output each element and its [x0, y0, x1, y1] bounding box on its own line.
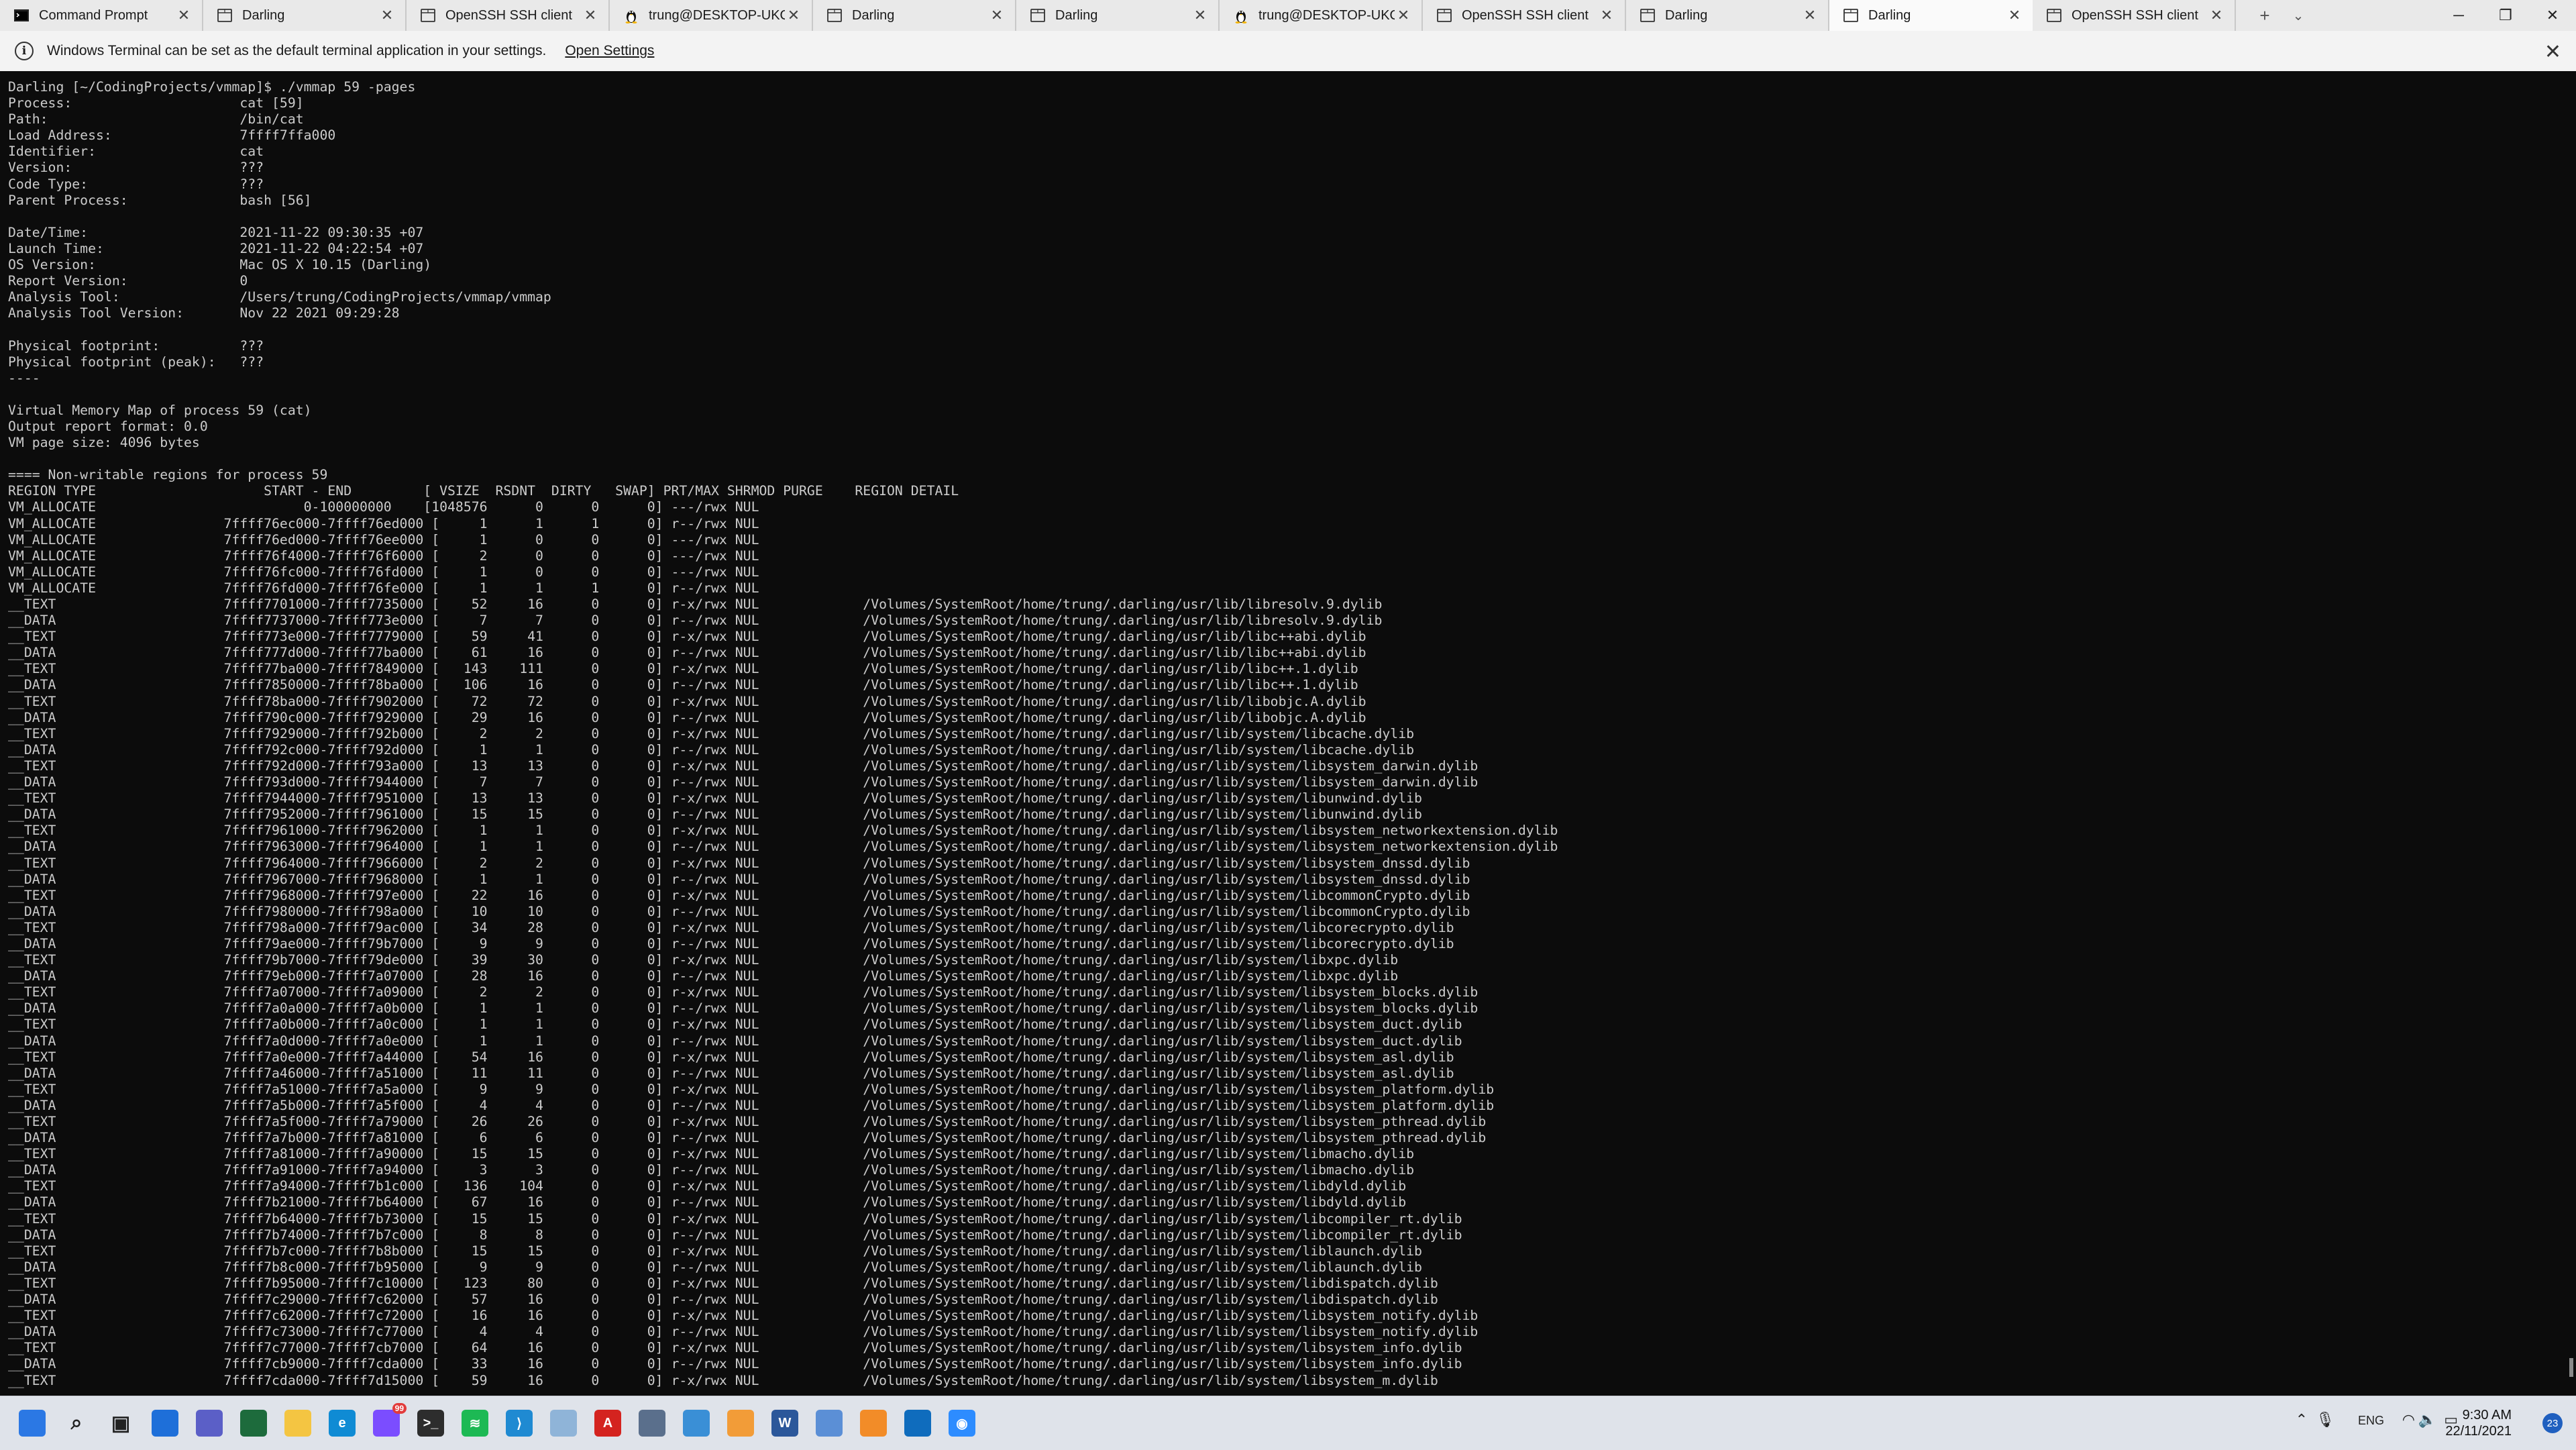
shell-icon — [1640, 7, 1656, 23]
tab-label: OpenSSH SSH client — [445, 7, 572, 23]
search-icon[interactable]: ⌕ — [63, 1410, 90, 1437]
notification-badge[interactable]: 23 — [2542, 1413, 2563, 1433]
shell-icon — [1843, 7, 1859, 23]
tab-11[interactable]: OpenSSH SSH client ✕ — [2033, 0, 2236, 31]
tab-label: Darling — [1055, 7, 1098, 23]
teams-chat-icon[interactable] — [196, 1410, 223, 1437]
task-view-icon[interactable]: ▣ — [107, 1410, 134, 1437]
terminal-pane[interactable]: Darling [~/CodingProjects/vmmap]$ ./vmma… — [0, 71, 2576, 1396]
shell-icon — [1030, 7, 1046, 23]
wifi-icon[interactable]: ◠ — [2402, 1411, 2415, 1429]
cmd-icon — [13, 7, 30, 23]
widgets-icon[interactable] — [152, 1410, 178, 1437]
linux-icon — [1233, 7, 1249, 23]
terminal-icon[interactable]: >_ — [417, 1410, 444, 1437]
calculator-icon[interactable] — [639, 1410, 665, 1437]
plus-icon[interactable]: + — [2248, 0, 2282, 31]
info-message: Windows Terminal can be set as the defau… — [47, 43, 547, 58]
tab-6[interactable]: Darling ✕ — [1016, 0, 1220, 31]
tab-1[interactable]: Command Prompt ✕ — [0, 0, 203, 31]
language-indicator[interactable]: ENG — [2358, 1414, 2384, 1428]
tab-label: OpenSSH SSH client — [1462, 7, 1589, 23]
close-window-icon[interactable]: ✕ — [2529, 0, 2576, 31]
chevron-up-icon[interactable]: ⌃ — [2296, 1411, 2308, 1429]
restore-icon[interactable]: ❐ — [2482, 0, 2529, 31]
tab-label: OpenSSH SSH client — [2072, 7, 2198, 23]
tab-10[interactable]: Darling ✕ — [1829, 0, 2033, 31]
close-icon[interactable]: ✕ — [1191, 7, 1209, 24]
close-icon[interactable]: ✕ — [378, 7, 396, 24]
shell-icon — [2046, 7, 2062, 23]
word-icon[interactable]: W — [771, 1410, 798, 1437]
chevron-down-icon[interactable]: ⌄ — [2282, 0, 2315, 31]
file-explorer-icon[interactable] — [284, 1410, 311, 1437]
linux-icon — [623, 7, 639, 23]
shell-icon — [217, 7, 233, 23]
volume-icon[interactable]: 🔈 — [2418, 1411, 2436, 1429]
tab-label: Darling — [242, 7, 285, 23]
open-settings-link[interactable]: Open Settings — [565, 43, 654, 59]
clock-date: 22/11/2021 — [2445, 1424, 2512, 1439]
clock-time: 9:30 AM — [2462, 1408, 2512, 1422]
taskbar: ⌕ ▣ e 99 >_ ≋ ⟩ A W ◉ ⌃ 🎙 ENG ◠ 🔈 ▭ 9:30 AM 22/11… — [0, 1396, 2576, 1450]
close-icon[interactable]: ✕ — [2208, 7, 2225, 24]
tab-label: trung@DESKTOP-UKQT1S — [649, 7, 785, 23]
window-controls: ─ ❐ ✕ — [2435, 0, 2576, 31]
edge-icon[interactable]: e — [329, 1410, 356, 1437]
close-icon[interactable]: ✕ — [2544, 40, 2561, 64]
close-icon[interactable]: ✕ — [2006, 7, 2023, 24]
tab-4[interactable]: trung@DESKTOP-UKQT1S✕ — [610, 0, 813, 31]
shell-icon — [1436, 7, 1452, 23]
tab-2[interactable]: Darling ✕ — [203, 0, 407, 31]
tab-5[interactable]: Darling ✕ — [813, 0, 1016, 31]
snipping-icon[interactable] — [816, 1410, 843, 1437]
windows-terminal-icon[interactable] — [860, 1410, 887, 1437]
tab-label: Darling — [852, 7, 895, 23]
clock[interactable]: 9:30 AM 22/11/2021 — [2445, 1407, 2512, 1439]
close-icon[interactable]: ✕ — [1801, 7, 1819, 24]
zoom-icon[interactable]: ◉ — [949, 1410, 975, 1437]
close-icon[interactable]: ✕ — [785, 7, 802, 24]
tab-3[interactable]: OpenSSH SSH client ✕ — [407, 0, 610, 31]
microphone-icon[interactable]: 🎙 — [2316, 1411, 2334, 1429]
close-icon[interactable]: ✕ — [1598, 7, 1615, 24]
tab-label: Darling — [1868, 7, 1911, 23]
tab-label: Darling — [1665, 7, 1708, 23]
tab-9[interactable]: Darling ✕ — [1626, 0, 1829, 31]
paint-icon[interactable] — [550, 1410, 577, 1437]
tab-bar: Command Prompt ✕ Darling ✕ OpenSSH SSH clien… — [0, 0, 2576, 31]
windows-start-icon[interactable] — [19, 1410, 46, 1437]
notepad-icon[interactable] — [683, 1410, 710, 1437]
terminal-output: Darling [~/CodingProjects/vmmap]$ ./vmma… — [8, 79, 1558, 1388]
vscode-icon[interactable]: ⟩ — [506, 1410, 533, 1437]
messenger-icon[interactable]: 99 — [373, 1403, 407, 1437]
shell-icon — [826, 7, 843, 23]
close-icon[interactable]: ✕ — [582, 7, 599, 24]
info-bar: i Windows Terminal can be set as the def… — [0, 31, 2576, 72]
spotify-icon[interactable]: ≋ — [462, 1410, 488, 1437]
media-player-icon[interactable] — [727, 1410, 754, 1437]
tab-label: trung@DESKTOP-UKQT1S — [1258, 7, 1395, 23]
tab-label: Command Prompt — [39, 7, 148, 23]
info-icon: i — [15, 42, 34, 60]
acrobat-icon[interactable]: A — [594, 1410, 621, 1437]
tab-7[interactable]: trung@DESKTOP-UKQT1S✕ — [1220, 0, 1423, 31]
tab-tools: + ⌄ — [2248, 0, 2315, 31]
scrollbar-thumb[interactable] — [2569, 1358, 2573, 1377]
close-icon[interactable]: ✕ — [175, 7, 193, 24]
tab-8[interactable]: OpenSSH SSH client ✕ — [1423, 0, 1626, 31]
messenger-badge: 99 — [392, 1403, 407, 1414]
close-icon[interactable]: ✕ — [1395, 7, 1412, 24]
outlook-icon[interactable] — [904, 1410, 931, 1437]
terminal-preview-icon[interactable] — [240, 1410, 267, 1437]
close-icon[interactable]: ✕ — [988, 7, 1006, 24]
minimize-icon[interactable]: ─ — [2435, 0, 2482, 31]
shell-icon — [420, 7, 436, 23]
